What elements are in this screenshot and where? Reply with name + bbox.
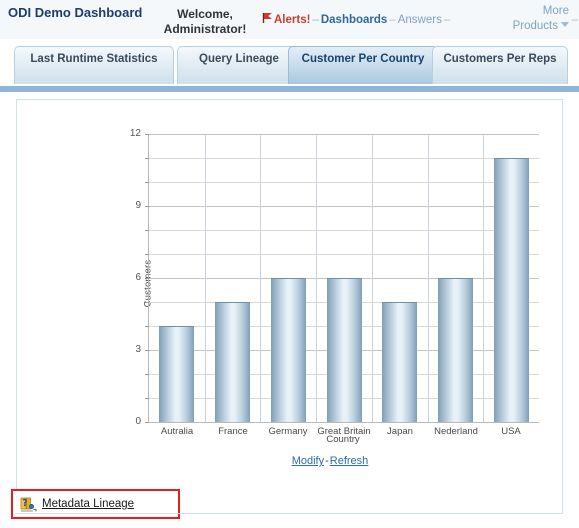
chart-category-separator bbox=[483, 134, 484, 422]
alert-flag-icon bbox=[262, 12, 273, 28]
more-products-label: More Products bbox=[512, 5, 569, 32]
chart-y-tick-label: 0 bbox=[135, 416, 141, 427]
chart-y-tick-minor bbox=[145, 302, 149, 303]
nav-separator-1: – bbox=[312, 14, 319, 26]
tab-customer-per-country[interactable]: Customer Per Country bbox=[288, 46, 438, 84]
chart-bar[interactable] bbox=[494, 158, 529, 422]
chart-y-tick-label: 12 bbox=[129, 128, 141, 139]
chevron-down-icon bbox=[561, 22, 569, 27]
chart-gridline-minor bbox=[149, 230, 539, 231]
chart-bar[interactable] bbox=[327, 278, 362, 422]
chart-gridline-minor bbox=[149, 182, 539, 183]
chart-category-separator bbox=[372, 134, 373, 422]
chart-gridline-major bbox=[149, 206, 539, 207]
modify-link[interactable]: Modify bbox=[292, 455, 324, 467]
tab-customers-per-reps[interactable]: Customers Per Reps bbox=[432, 46, 568, 84]
chart-y-tick-minor bbox=[145, 326, 149, 327]
chart-category-separator bbox=[316, 134, 317, 422]
chart-category-separator bbox=[205, 134, 206, 422]
chart-x-axis-title: Country bbox=[326, 434, 360, 445]
chart-action-links: Modify-Refresh bbox=[100, 455, 560, 467]
chart-gridline-major bbox=[149, 134, 539, 135]
chart-y-tick-minor bbox=[145, 230, 149, 231]
chart-y-tick-label: 6 bbox=[135, 272, 141, 283]
chart-y-tick-label: 3 bbox=[135, 344, 141, 355]
nav-separator-4: – bbox=[571, 14, 578, 26]
chart-y-tick-minor bbox=[145, 158, 149, 159]
app-header: ODI Demo Dashboard Welcome, Administrato… bbox=[0, 0, 579, 40]
nav-separator-3: – bbox=[443, 14, 451, 26]
global-nav: Alerts! – Dashboards – Answers – bbox=[262, 12, 452, 28]
chart-bar[interactable] bbox=[215, 302, 250, 422]
chart-y-tick-minor bbox=[145, 182, 149, 183]
app-title: ODI Demo Dashboard bbox=[8, 5, 143, 20]
chart-bar[interactable] bbox=[382, 302, 417, 422]
chart-category-separator bbox=[428, 134, 429, 422]
dashboard-tabs: Last Runtime Statistics Query Lineage Cu… bbox=[0, 40, 579, 86]
chart-bar[interactable] bbox=[438, 278, 473, 422]
tab-query-lineage[interactable]: Query Lineage bbox=[177, 46, 301, 84]
chart-gridline-minor bbox=[149, 254, 539, 255]
nav-separator-2: – bbox=[389, 14, 396, 26]
chart-y-tick-minor bbox=[145, 254, 149, 255]
metadata-lineage-icon bbox=[20, 497, 37, 514]
chart-y-tick-major bbox=[145, 134, 149, 135]
tab-last-runtime-statistics[interactable]: Last Runtime Statistics bbox=[14, 46, 174, 84]
welcome-message: Welcome, Administrator! bbox=[163, 7, 247, 36]
chart-bar[interactable] bbox=[271, 278, 306, 422]
nav-alerts-link[interactable]: Alerts! bbox=[274, 14, 310, 26]
metadata-lineage-link[interactable]: Metadata Lineage bbox=[42, 498, 134, 510]
chart-y-tick-major bbox=[145, 278, 149, 279]
chart-plot-area: 0 3 6 9 12 Autralia France Germany Great Britain… bbox=[130, 129, 539, 437]
metadata-lineage-highlight-box: Metadata Lineage bbox=[11, 489, 180, 519]
refresh-link[interactable]: Refresh bbox=[330, 455, 369, 467]
chart-y-tick-minor bbox=[145, 398, 149, 399]
chart-bar[interactable] bbox=[159, 326, 194, 422]
chart-y-tick-major bbox=[145, 350, 149, 351]
tab-underline-bar bbox=[0, 86, 579, 92]
more-products-menu[interactable]: More Products bbox=[497, 4, 569, 34]
chart-category-separator bbox=[260, 134, 261, 422]
chart-y-tick-minor bbox=[145, 374, 149, 375]
nav-answers-link[interactable]: Answers bbox=[398, 14, 442, 26]
chart-y-tick-label: 9 bbox=[135, 200, 141, 211]
chart-y-tick-major bbox=[145, 206, 149, 207]
chart-gridline-minor bbox=[149, 158, 539, 159]
panel-bottom-rule bbox=[16, 513, 563, 514]
nav-dashboards-link[interactable]: Dashboards bbox=[321, 14, 387, 26]
chart-y-tick-major bbox=[145, 422, 149, 423]
customer-per-country-chart: Customers 0 3 6 9 12 Autralia France Germany Gre… bbox=[100, 120, 560, 485]
